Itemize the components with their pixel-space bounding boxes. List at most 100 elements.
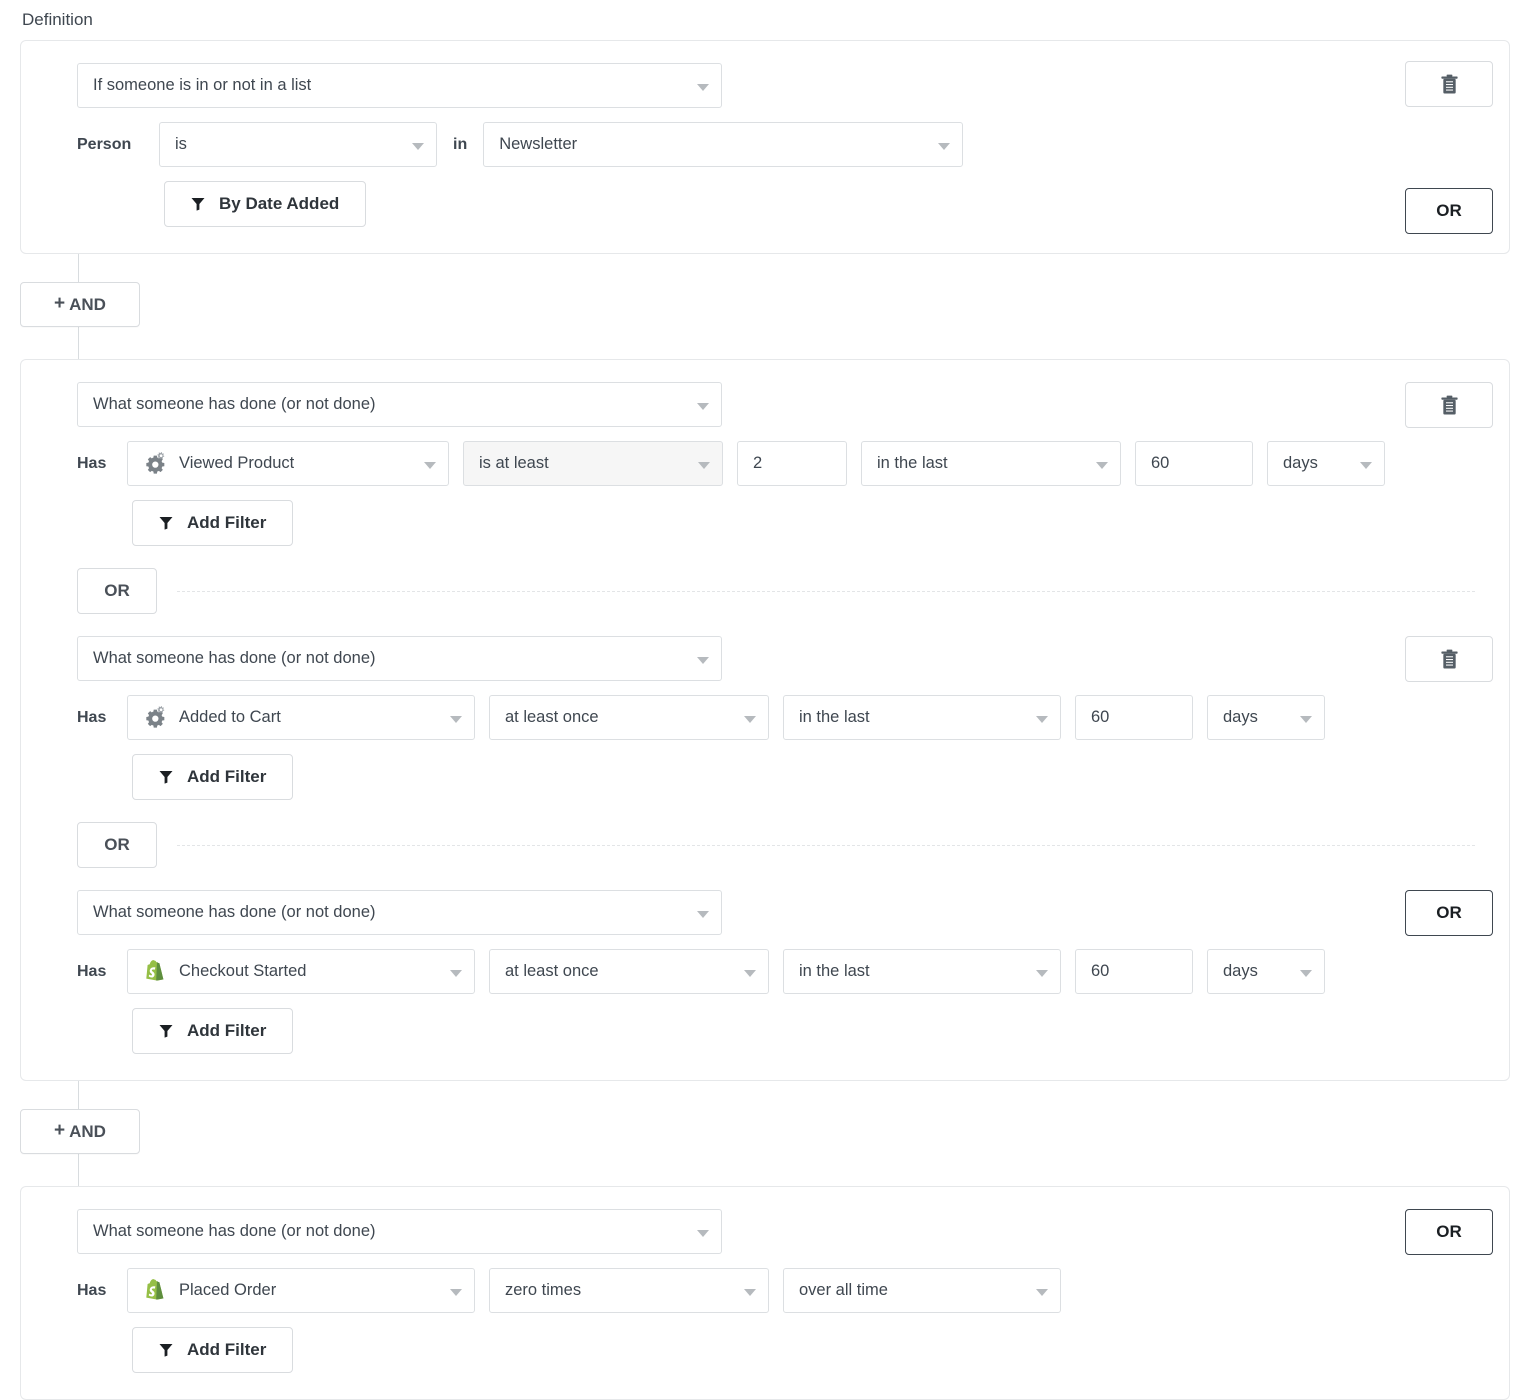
add-filter-row: Add Filter: [21, 500, 1509, 546]
condition-type-select[interactable]: What someone has done (or not done): [77, 890, 722, 935]
condition-type-row: What someone has done (or not done): [21, 382, 1509, 427]
add-or-condition-button[interactable]: OR: [1405, 890, 1493, 936]
metric-operator-value: zero times: [505, 1281, 581, 1300]
person-operator-value: is: [175, 135, 187, 154]
add-or-condition-button[interactable]: OR: [1405, 1209, 1493, 1255]
timeframe-select[interactable]: in the last: [861, 441, 1121, 486]
or-button-label: OR: [1436, 201, 1462, 221]
condition-type-select[interactable]: What someone has done (or not done): [77, 382, 722, 427]
timeframe-select[interactable]: over all time: [783, 1268, 1061, 1313]
metric-row: Has Viewe: [21, 441, 1509, 486]
add-and-group-button[interactable]: + AND: [20, 1109, 140, 1154]
has-label: Has: [77, 709, 111, 727]
condition-type-value: What someone has done (or not done): [93, 395, 376, 414]
funnel-icon: [159, 1024, 173, 1038]
metric-operator-select[interactable]: zero times: [489, 1268, 769, 1313]
timeframe-value: in the last: [799, 962, 870, 981]
duration-unit-select[interactable]: days: [1207, 949, 1325, 994]
chevron-down-icon: [450, 970, 462, 977]
timeframe-select[interactable]: in the last: [783, 949, 1061, 994]
condition-type-row: What someone has done (or not done): [21, 890, 1509, 935]
duration-input[interactable]: 60: [1075, 949, 1193, 994]
condition-type-select[interactable]: If someone is in or not in a list: [77, 63, 722, 108]
condition-group-list-membership: If someone is in or not in a list Person…: [20, 40, 1510, 254]
duration-input[interactable]: 60: [1075, 695, 1193, 740]
condition-type-value: What someone has done (or not done): [93, 903, 376, 922]
condition-type-select[interactable]: What someone has done (or not done): [77, 636, 722, 681]
duration-unit-select[interactable]: days: [1267, 441, 1385, 486]
chevron-down-icon: [1300, 716, 1312, 723]
metric-row: Has Added: [21, 695, 1509, 740]
metric-count-input[interactable]: 2: [737, 441, 847, 486]
duration-unit-value: days: [1223, 962, 1258, 981]
add-or-condition-button[interactable]: OR: [1405, 188, 1493, 234]
add-and-group-button[interactable]: + AND: [20, 282, 140, 327]
duration-unit-select[interactable]: days: [1207, 695, 1325, 740]
metric-select[interactable]: Viewed Product: [127, 441, 449, 486]
metric-value: Added to Cart: [179, 708, 281, 727]
timeframe-value: in the last: [799, 708, 870, 727]
add-filter-label: Add Filter: [187, 767, 266, 787]
or-chip[interactable]: OR: [77, 822, 157, 868]
timeframe-select[interactable]: in the last: [783, 695, 1061, 740]
duration-value: 60: [1151, 454, 1169, 473]
chevron-down-icon: [697, 911, 709, 918]
duration-value: 60: [1091, 708, 1109, 727]
by-date-added-button[interactable]: By Date Added: [164, 181, 366, 227]
metric-operator-value: at least once: [505, 708, 599, 727]
person-list-row: Person is in Newsletter: [21, 122, 1509, 167]
metric-select[interactable]: Added to Cart: [127, 695, 475, 740]
segment-definition-builder: Definition If someone is in or not in a …: [0, 0, 1528, 1400]
plus-icon: +: [54, 1121, 65, 1140]
condition-group-placed-order: What someone has done (or not done): [20, 1186, 1510, 1400]
metric-select[interactable]: Placed Order: [127, 1268, 475, 1313]
list-select[interactable]: Newsletter: [483, 122, 963, 167]
add-filter-row: Add Filter OR: [21, 1008, 1509, 1054]
chevron-down-icon: [744, 970, 756, 977]
metric-operator-select[interactable]: is at least: [463, 441, 723, 486]
add-filter-label: Add Filter: [187, 513, 266, 533]
metric-operator-select[interactable]: at least once: [489, 949, 769, 994]
or-chip-label: OR: [104, 581, 130, 601]
chevron-down-icon: [450, 716, 462, 723]
person-operator-select[interactable]: is: [159, 122, 437, 167]
add-filter-button[interactable]: Add Filter: [132, 754, 293, 800]
add-filter-label: Add Filter: [187, 1340, 266, 1360]
condition-type-select[interactable]: What someone has done (or not done): [77, 1209, 722, 1254]
metric-select[interactable]: Checkout Started: [127, 949, 475, 994]
or-chip-label: OR: [104, 835, 130, 855]
funnel-icon: [191, 197, 205, 211]
duration-unit-value: days: [1283, 454, 1318, 473]
delete-condition-button[interactable]: [1405, 382, 1493, 428]
delete-condition-button[interactable]: [1405, 636, 1493, 682]
or-chip[interactable]: OR: [77, 568, 157, 614]
and-connector-2: + AND: [20, 1081, 1508, 1186]
shopify-icon: [143, 1279, 167, 1303]
and-button-label: AND: [69, 1122, 106, 1142]
add-filter-row: Add Filter OR: [21, 1327, 1509, 1373]
add-filter-button[interactable]: Add Filter: [132, 1008, 293, 1054]
shopify-icon: [143, 960, 167, 984]
metric-value: Viewed Product: [179, 454, 294, 473]
or-button-label: OR: [1436, 1222, 1462, 1242]
funnel-icon: [159, 516, 173, 530]
chevron-down-icon: [1096, 462, 1108, 469]
chevron-down-icon: [1036, 1289, 1048, 1296]
metric-operator-select[interactable]: at least once: [489, 695, 769, 740]
delete-condition-button[interactable]: [1405, 61, 1493, 107]
list-value: Newsletter: [499, 135, 577, 154]
chevron-down-icon: [1036, 970, 1048, 977]
funnel-icon: [159, 770, 173, 784]
chevron-down-icon: [744, 1289, 756, 1296]
divider-line: [177, 591, 1475, 592]
metric-row: Has Checkout Started at least once: [21, 949, 1509, 994]
metric-value: Checkout Started: [179, 962, 307, 981]
metric-row: Has Placed Order zero times: [21, 1268, 1509, 1313]
add-filter-button[interactable]: Add Filter: [132, 1327, 293, 1373]
by-date-added-label: By Date Added: [219, 194, 339, 214]
add-filter-button[interactable]: Add Filter: [132, 500, 293, 546]
duration-input[interactable]: 60: [1135, 441, 1253, 486]
add-filter-label: Add Filter: [187, 1021, 266, 1041]
or-divider: OR: [21, 822, 1509, 868]
chevron-down-icon: [698, 462, 710, 469]
